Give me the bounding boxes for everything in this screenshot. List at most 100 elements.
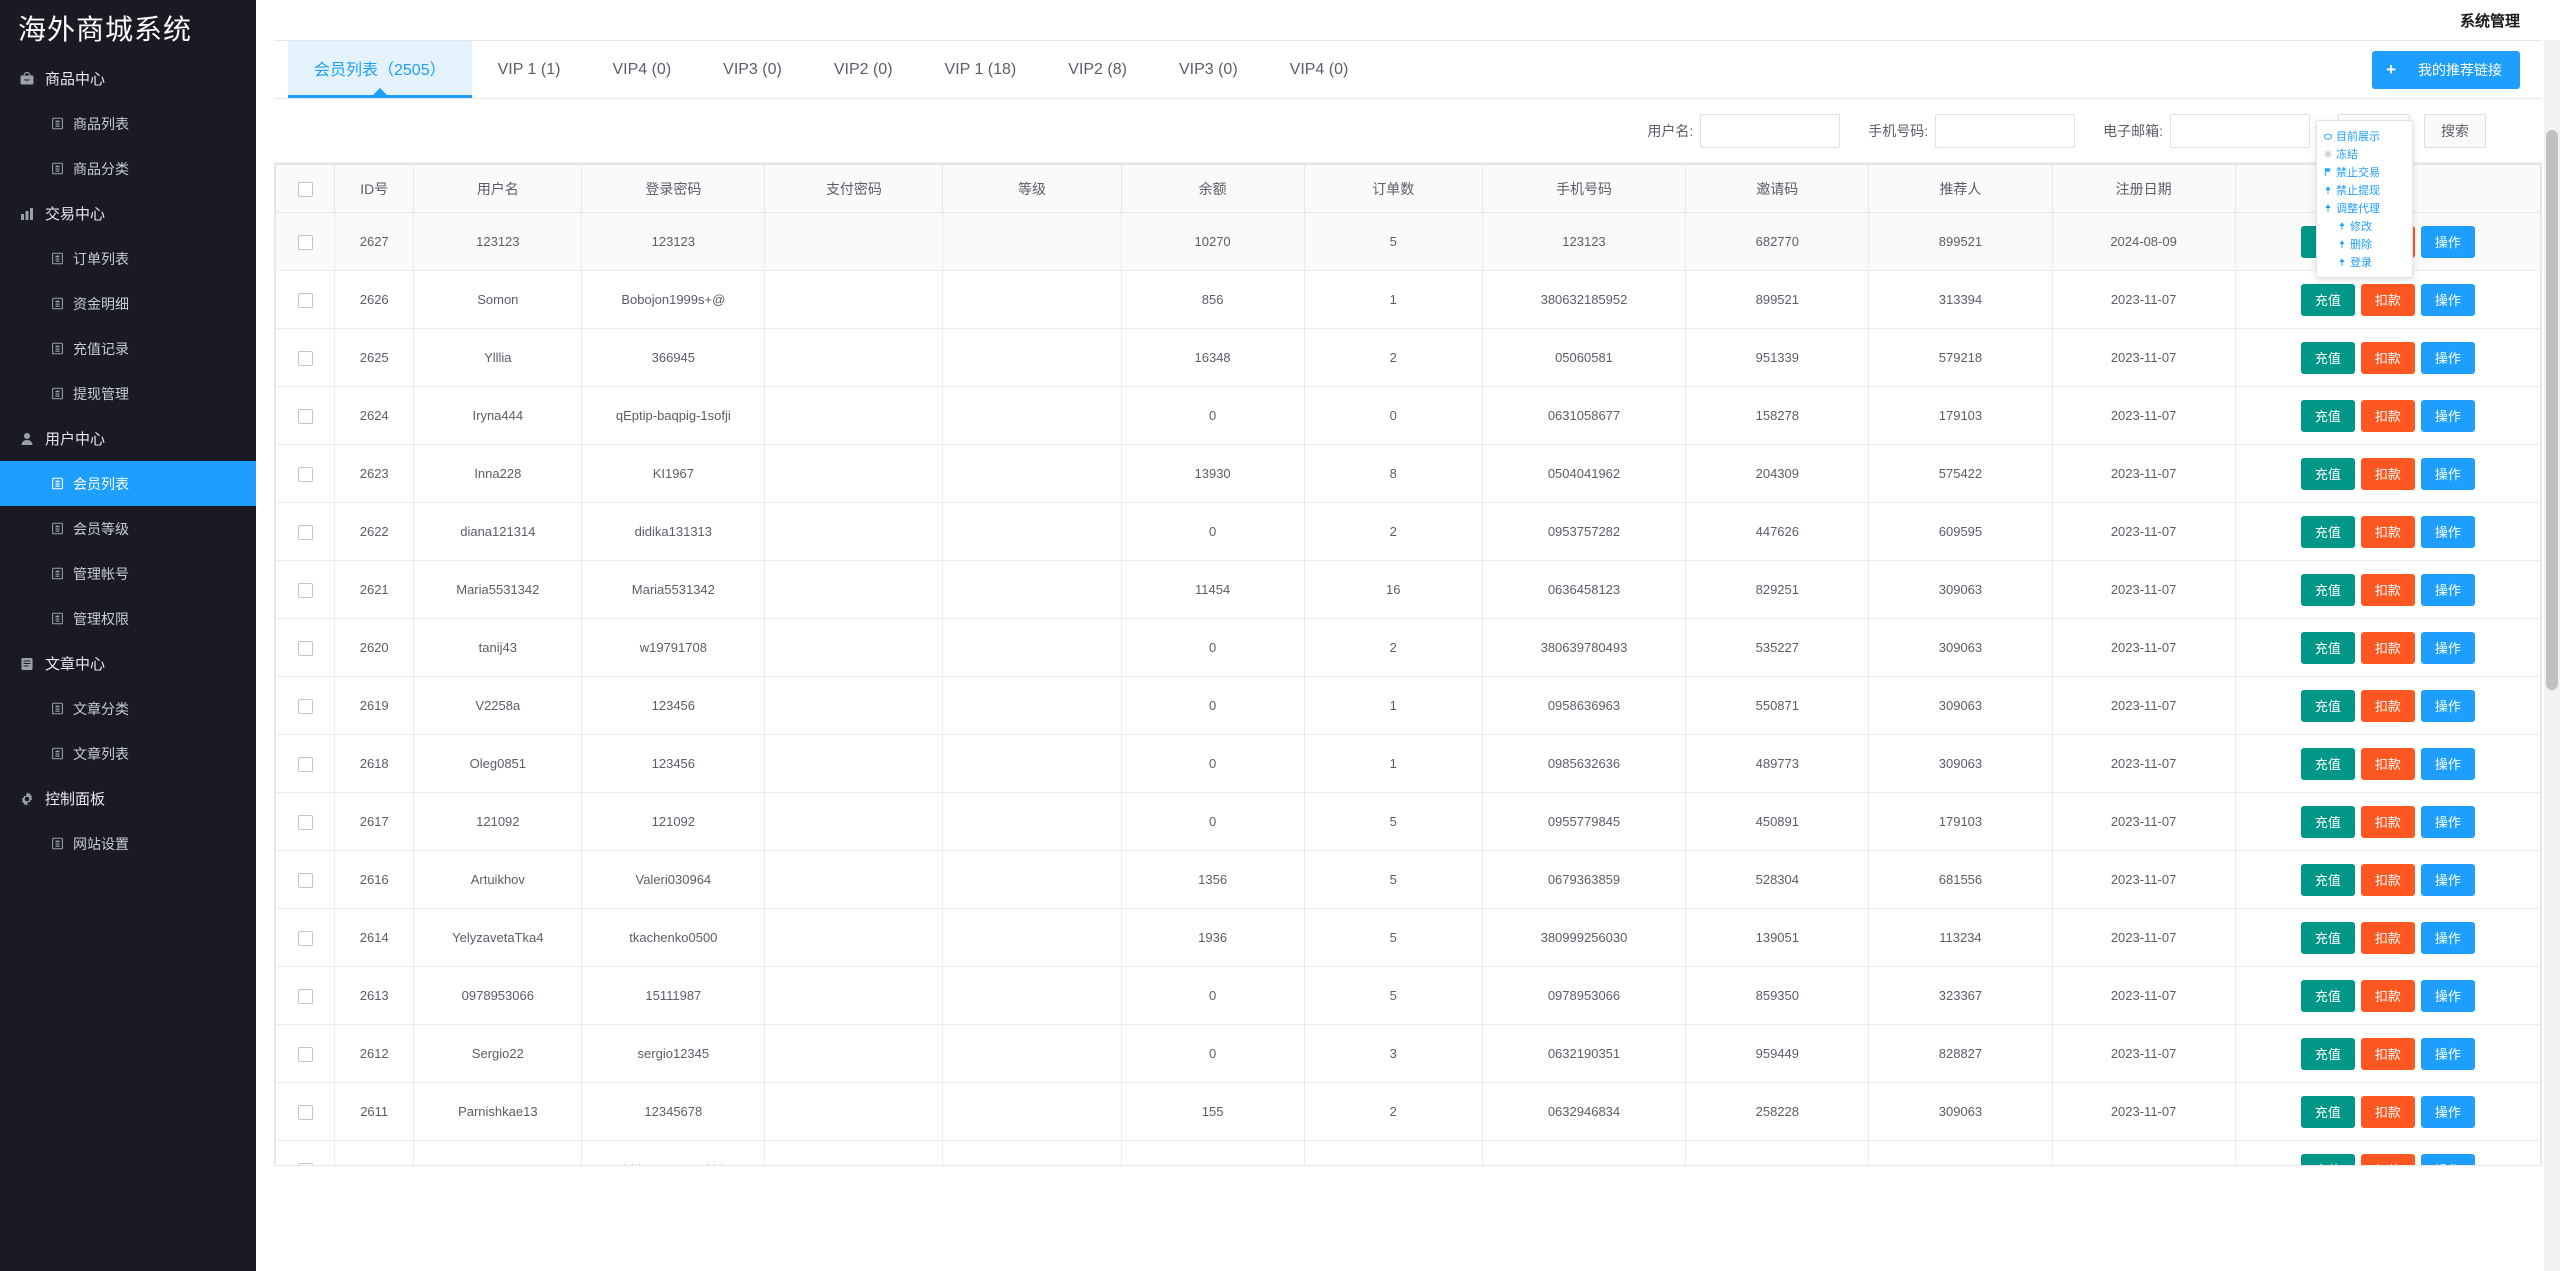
dropdown-item-3[interactable]: 禁止提现 (2317, 181, 2412, 199)
phone-input[interactable] (1935, 113, 2076, 148)
operate-button[interactable]: 操作 (2420, 573, 2475, 606)
email-input[interactable] (2170, 113, 2310, 148)
row-checkbox[interactable] (297, 1046, 313, 1062)
sidebar-item-1-g2[interactable]: 会员等级 (0, 506, 256, 551)
row-checkbox[interactable] (297, 1104, 313, 1120)
deduct-button[interactable]: 扣款 (2360, 283, 2415, 316)
operate-button[interactable]: 操作 (2420, 979, 2475, 1012)
sidebar-item-1-g1[interactable]: 资金明细 (0, 281, 256, 326)
dropdown-item-5[interactable]: 修改 (2317, 217, 2412, 235)
deduct-button[interactable]: 扣款 (2360, 399, 2415, 432)
row-checkbox[interactable] (297, 698, 313, 714)
sidebar-item-2-g2[interactable]: 管理帐号 (0, 551, 256, 596)
dropdown-item-4[interactable]: 调整代理 (2317, 199, 2412, 217)
row-checkbox[interactable] (297, 466, 313, 482)
operate-button[interactable]: 操作 (2420, 805, 2475, 838)
tab-7[interactable]: VIP3 (0) (1153, 41, 1264, 98)
recharge-button[interactable]: 充值 (2300, 689, 2355, 722)
sidebar-item-0-g3[interactable]: 文章分类 (0, 686, 256, 731)
operate-button[interactable]: 操作 (2420, 457, 2475, 490)
dropdown-item-7[interactable]: 登录 (2317, 253, 2412, 271)
recharge-button[interactable]: 充值 (2300, 1095, 2355, 1128)
deduct-button[interactable]: 扣款 (2360, 689, 2415, 722)
operate-button[interactable]: 操作 (2420, 399, 2475, 432)
dropdown-item-1[interactable]: 冻结 (2317, 145, 2412, 163)
recharge-button[interactable]: 充值 (2300, 747, 2355, 780)
row-checkbox[interactable] (297, 930, 313, 946)
sidebar-item-0-g2[interactable]: 会员列表 (0, 461, 256, 506)
tab-1[interactable]: VIP 1 (1) (472, 41, 587, 98)
sidebar-item-0-g4[interactable]: 网站设置 (0, 821, 256, 866)
sidebar-item-1-g3[interactable]: 文章列表 (0, 731, 256, 776)
deduct-button[interactable]: 扣款 (2360, 573, 2415, 606)
operate-button[interactable]: 操作 (2420, 631, 2475, 664)
operate-button[interactable]: 操作 (2420, 863, 2475, 896)
deduct-button[interactable]: 扣款 (2360, 457, 2415, 490)
row-checkbox[interactable] (297, 524, 313, 540)
tab-2[interactable]: VIP4 (0) (586, 41, 697, 98)
recharge-button[interactable]: 充值 (2300, 863, 2355, 896)
operate-button[interactable]: 操作 (2420, 1037, 2475, 1070)
operate-button[interactable]: 操作 (2420, 747, 2475, 780)
deduct-button[interactable]: 扣款 (2360, 1153, 2415, 1165)
recharge-button[interactable]: 充值 (2300, 399, 2355, 432)
sidebar-item-3-g1[interactable]: 提现管理 (0, 371, 256, 416)
operate-button[interactable]: 操作 (2420, 341, 2475, 374)
tab-6[interactable]: VIP2 (8) (1042, 41, 1153, 98)
row-checkbox[interactable] (297, 756, 313, 772)
tab-0[interactable]: 会员列表（2505） (288, 41, 472, 98)
deduct-button[interactable]: 扣款 (2360, 979, 2415, 1012)
row-checkbox[interactable] (297, 582, 313, 598)
deduct-button[interactable]: 扣款 (2360, 805, 2415, 838)
row-checkbox[interactable] (297, 988, 313, 1004)
search-button[interactable]: 搜索 (2424, 113, 2486, 148)
recharge-button[interactable]: 充值 (2300, 631, 2355, 664)
row-checkbox[interactable] (297, 872, 313, 888)
username-input[interactable] (1700, 113, 1841, 148)
deduct-button[interactable]: 扣款 (2360, 631, 2415, 664)
sidebar-item-1-g0[interactable]: 商品分类 (0, 146, 256, 191)
row-action-dropdown[interactable]: 目前展示 冻结 禁止交易 禁止提现 调整代理 修改 删除 登录 (2316, 120, 2413, 278)
my-referral-link-button[interactable]: + 我的推荐链接 (2372, 51, 2520, 89)
dropdown-item-2[interactable]: 禁止交易 (2317, 163, 2412, 181)
recharge-button[interactable]: 充值 (2300, 515, 2355, 548)
sidebar-item-0-g0[interactable]: 商品列表 (0, 101, 256, 146)
deduct-button[interactable]: 扣款 (2360, 863, 2415, 896)
row-checkbox[interactable] (297, 814, 313, 830)
scrollbar-thumb[interactable] (2546, 130, 2558, 690)
deduct-button[interactable]: 扣款 (2360, 1037, 2415, 1070)
operate-button[interactable]: 操作 (2420, 1153, 2475, 1165)
recharge-button[interactable]: 充值 (2300, 1037, 2355, 1070)
row-checkbox[interactable] (297, 292, 313, 308)
recharge-button[interactable]: 充值 (2300, 805, 2355, 838)
tab-5[interactable]: VIP 1 (18) (919, 41, 1043, 98)
operate-button[interactable]: 操作 (2420, 515, 2475, 548)
sidebar-item-0-g1[interactable]: 订单列表 (0, 236, 256, 281)
recharge-button[interactable]: 充值 (2300, 283, 2355, 316)
deduct-button[interactable]: 扣款 (2360, 747, 2415, 780)
tab-3[interactable]: VIP3 (0) (697, 41, 808, 98)
recharge-button[interactable]: 充值 (2300, 1153, 2355, 1165)
deduct-button[interactable]: 扣款 (2360, 1095, 2415, 1128)
operate-button[interactable]: 操作 (2420, 921, 2475, 954)
sidebar-item-2-g1[interactable]: 充值记录 (0, 326, 256, 371)
tab-4[interactable]: VIP2 (0) (808, 41, 919, 98)
select-all-checkbox[interactable] (297, 181, 313, 197)
operate-button[interactable]: 操作 (2420, 283, 2475, 316)
deduct-button[interactable]: 扣款 (2360, 921, 2415, 954)
recharge-button[interactable]: 充值 (2300, 979, 2355, 1012)
recharge-button[interactable]: 充值 (2300, 921, 2355, 954)
operate-button[interactable]: 操作 (2420, 689, 2475, 722)
row-checkbox[interactable] (297, 234, 313, 250)
dropdown-item-0[interactable]: 目前展示 (2317, 127, 2412, 145)
tab-8[interactable]: VIP4 (0) (1264, 41, 1375, 98)
recharge-button[interactable]: 充值 (2300, 341, 2355, 374)
recharge-button[interactable]: 充值 (2300, 457, 2355, 490)
recharge-button[interactable]: 充值 (2300, 573, 2355, 606)
deduct-button[interactable]: 扣款 (2360, 341, 2415, 374)
operate-button[interactable]: 操作 (2420, 225, 2475, 258)
sidebar-item-3-g2[interactable]: 管理权限 (0, 596, 256, 641)
row-checkbox[interactable] (297, 408, 313, 424)
row-checkbox[interactable] (297, 350, 313, 366)
dropdown-item-6[interactable]: 删除 (2317, 235, 2412, 253)
